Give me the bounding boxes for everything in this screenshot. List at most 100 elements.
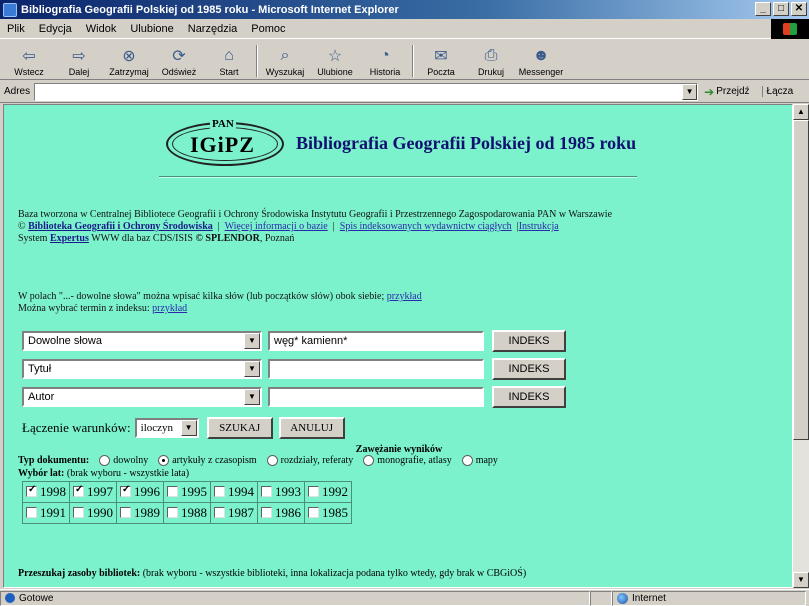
year-cell[interactable]: 1997 — [69, 481, 117, 503]
home-button[interactable]: ⌂ Start — [204, 41, 254, 79]
year-checkbox[interactable] — [261, 486, 272, 497]
field-select-3[interactable]: Autor ▼ — [22, 387, 262, 407]
year-cell[interactable]: 1996 — [116, 481, 164, 503]
year-cell[interactable]: 1994 — [210, 481, 258, 503]
messenger-icon: ☻ — [532, 47, 550, 64]
cancel-button[interactable]: ANULUJ — [278, 417, 345, 439]
links-button[interactable]: Łącza — [761, 86, 793, 97]
year-cell[interactable]: 1988 — [163, 502, 211, 524]
year-cell[interactable]: 1992 — [304, 481, 352, 503]
year-cell[interactable]: 1993 — [257, 481, 305, 503]
go-arrow-icon: ➔ — [704, 84, 715, 99]
year-cell[interactable]: 1998 — [22, 481, 70, 503]
address-bar: Adres ▼ ➔ Przejdź Łącza — [0, 81, 809, 103]
expertus-link[interactable]: Expertus — [50, 233, 89, 244]
year-cell[interactable]: 1995 — [163, 481, 211, 503]
instructions-link[interactable]: Instrukcja — [519, 221, 559, 232]
year-checkbox[interactable] — [214, 486, 225, 497]
print-button[interactable]: ⎙ Drukuj — [466, 41, 516, 79]
join-select[interactable]: iloczyn ▼ — [134, 418, 199, 438]
year-checkbox[interactable] — [167, 507, 178, 518]
history-button[interactable]: ◔ Historia — [360, 41, 410, 79]
stop-button[interactable]: ⊗ Zatrzymaj — [104, 41, 154, 79]
search-input-2[interactable] — [268, 359, 484, 379]
search-input-1[interactable]: węg* kamienn* — [268, 331, 484, 351]
example-link-1[interactable]: przykład — [387, 291, 422, 302]
search-button[interactable]: ⌕ Wyszukaj — [260, 41, 310, 79]
minimize-button[interactable]: _ — [755, 2, 771, 16]
home-icon: ⌂ — [224, 47, 234, 64]
year-cell[interactable]: 1990 — [69, 502, 117, 524]
chevron-down-icon: ▼ — [180, 420, 197, 436]
refresh-button[interactable]: ⟳ Odśwież — [154, 41, 204, 79]
field-select-2[interactable]: Tytuł ▼ — [22, 359, 262, 379]
library-link[interactable]: Biblioteka Geografii i Ochrony Środowisk… — [28, 221, 213, 232]
doctype-radio-maps[interactable] — [461, 455, 473, 466]
year-cell[interactable]: 1985 — [304, 502, 352, 524]
maximize-button[interactable]: □ — [773, 2, 789, 16]
year-checkbox[interactable] — [26, 507, 37, 518]
address-dropdown-button[interactable]: ▼ — [682, 83, 698, 100]
restrict-title: Zawężanie wyników — [355, 444, 443, 455]
scroll-up-button[interactable]: ▲ — [793, 104, 809, 120]
scroll-down-button[interactable]: ▼ — [793, 572, 809, 588]
window-title-bar[interactable]: Bibliografia Geografii Polskiej od 1985 … — [0, 0, 809, 19]
index-button-2[interactable]: INDEKS — [492, 358, 566, 380]
mail-button[interactable]: ✉ Poczta — [416, 41, 466, 79]
search-row-2: Tytuł ▼ INDEKS — [22, 358, 566, 380]
close-button[interactable]: ✕ — [791, 2, 807, 16]
menu-edit[interactable]: Edycja — [32, 23, 79, 35]
menu-help[interactable]: Pomoc — [244, 23, 292, 35]
favorites-button[interactable]: ☆ Ulubione — [310, 41, 360, 79]
index-button-3[interactable]: INDEKS — [492, 386, 566, 408]
search-submit-button[interactable]: SZUKAJ — [206, 417, 273, 439]
year-checkbox[interactable] — [73, 507, 84, 518]
menu-bar: Plik Edycja Widok Ulubione Narzędzia Pom… — [0, 19, 809, 39]
menu-tools[interactable]: Narzędzia — [181, 23, 245, 35]
messenger-button[interactable]: ☻ Messenger — [516, 41, 566, 79]
doctype-radio-any[interactable] — [99, 455, 111, 466]
search-input-3[interactable] — [268, 387, 484, 407]
doctype-radio-chapters[interactable] — [266, 455, 278, 466]
more-info-link[interactable]: Więcej informacji o bazie — [225, 221, 328, 232]
year-checkbox[interactable] — [26, 484, 37, 497]
chevron-down-icon: ▼ — [244, 361, 260, 377]
year-checkbox[interactable] — [167, 486, 178, 497]
scroll-thumb[interactable] — [793, 120, 809, 440]
year-checkbox[interactable] — [308, 486, 319, 497]
stop-icon: ⊗ — [122, 48, 136, 65]
menu-file[interactable]: Plik — [0, 23, 32, 35]
page-title: Bibliografia Geografii Polskiej od 1985 … — [296, 132, 637, 153]
year-cell[interactable]: 1986 — [257, 502, 305, 524]
standard-toolbar: ⇦ Wstecz ⇨ Dalej ⊗ Zatrzymaj ⟳ Odśwież ⌂ Star… — [0, 40, 809, 80]
year-checkbox[interactable] — [308, 507, 319, 518]
address-input[interactable]: ▼ — [34, 82, 699, 101]
forward-button[interactable]: ⇨ Dalej — [54, 41, 104, 79]
year-cell[interactable]: 1987 — [210, 502, 258, 524]
page-header: PAN IGiPZ Bibliografia Geografii Polskie… — [164, 115, 636, 171]
serials-link[interactable]: Spis indeksowanych wydawnictw ciągłych — [340, 221, 512, 232]
vertical-scrollbar[interactable]: ▲ ▼ — [793, 104, 809, 588]
doctype-radio-articles[interactable] — [158, 455, 170, 466]
doctype-radio-monographs[interactable] — [363, 455, 375, 466]
year-cell[interactable]: 1991 — [22, 502, 70, 524]
year-cell[interactable]: 1989 — [116, 502, 164, 524]
toolbar-separator — [256, 45, 258, 77]
example-link-2[interactable]: przykład — [152, 303, 187, 314]
search-hint: W polach "...- dowolne słowa" można wpis… — [18, 291, 422, 314]
year-checkbox[interactable] — [120, 507, 131, 518]
year-checkbox[interactable] — [73, 484, 84, 497]
search-row-1: Dowolne słowa ▼ węg* kamienn* INDEKS — [22, 330, 566, 352]
go-button[interactable]: ➔ Przejdź — [704, 85, 749, 99]
year-checkbox[interactable] — [214, 507, 225, 518]
year-checkbox[interactable] — [120, 484, 131, 497]
menu-favorites[interactable]: Ulubione — [123, 23, 180, 35]
year-checkbox[interactable] — [261, 507, 272, 518]
toolbar-separator — [412, 45, 414, 77]
years-row-2: 1991 1990 1989 1988 1987 1986 1985 — [22, 502, 352, 524]
field-select-1[interactable]: Dowolne słowa ▼ — [22, 331, 262, 351]
back-button[interactable]: ⇦ Wstecz — [4, 41, 54, 79]
menu-view[interactable]: Widok — [79, 23, 124, 35]
index-button-1[interactable]: INDEKS — [492, 330, 566, 352]
join-conditions: Łączenie warunków: iloczyn ▼ SZUKAJ ANULU… — [22, 417, 345, 439]
